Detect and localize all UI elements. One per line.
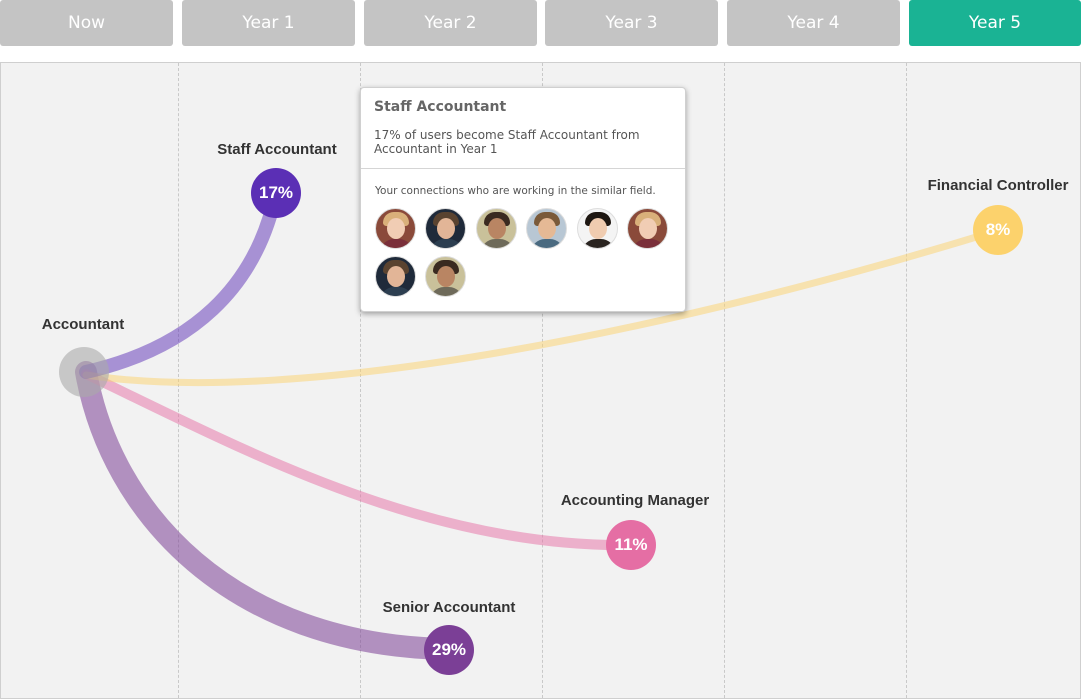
path-staff-accountant[interactable] [79, 186, 283, 379]
accounting-manager-node[interactable]: 11% [606, 520, 656, 570]
avatar[interactable] [425, 208, 466, 249]
tab-year-4[interactable]: Year 4 [727, 0, 900, 46]
origin-label: Accountant [41, 316, 125, 333]
tab-year-2[interactable]: Year 2 [364, 0, 537, 46]
avatar[interactable] [375, 256, 416, 297]
senior-accountant-node[interactable]: 29% [424, 625, 474, 675]
tooltip-description: 17% of users become Staff Accountant fro… [374, 128, 640, 156]
avatar[interactable] [425, 256, 466, 297]
accounting-manager-label: Accounting Manager [560, 492, 710, 509]
year-tabs: Now Year 1 Year 2 Year 3 Year 4 Year 5 [0, 0, 1081, 46]
avatar[interactable] [577, 208, 618, 249]
tab-year-3[interactable]: Year 3 [545, 0, 718, 46]
tab-year-5[interactable]: Year 5 [909, 0, 1081, 46]
tab-now[interactable]: Now [0, 0, 173, 46]
staff-accountant-node[interactable]: 17% [251, 168, 301, 218]
origin-node[interactable] [59, 347, 109, 397]
financial-controller-label: Financial Controller [927, 177, 1069, 194]
senior-accountant-label: Senior Accountant [382, 599, 516, 616]
staff-accountant-label: Staff Accountant [217, 141, 337, 158]
financial-controller-node[interactable]: 8% [973, 205, 1023, 255]
staff-accountant-tooltip: Staff Accountant 17% of users become Sta… [360, 87, 686, 312]
avatar[interactable] [526, 208, 567, 249]
connections-label: Your connections who are working in the … [375, 185, 656, 197]
tooltip-title: Staff Accountant [374, 99, 507, 115]
avatar[interactable] [627, 208, 668, 249]
avatar[interactable] [476, 208, 517, 249]
tooltip-divider [361, 168, 685, 169]
tab-year-1[interactable]: Year 1 [182, 0, 355, 46]
avatar[interactable] [375, 208, 416, 249]
